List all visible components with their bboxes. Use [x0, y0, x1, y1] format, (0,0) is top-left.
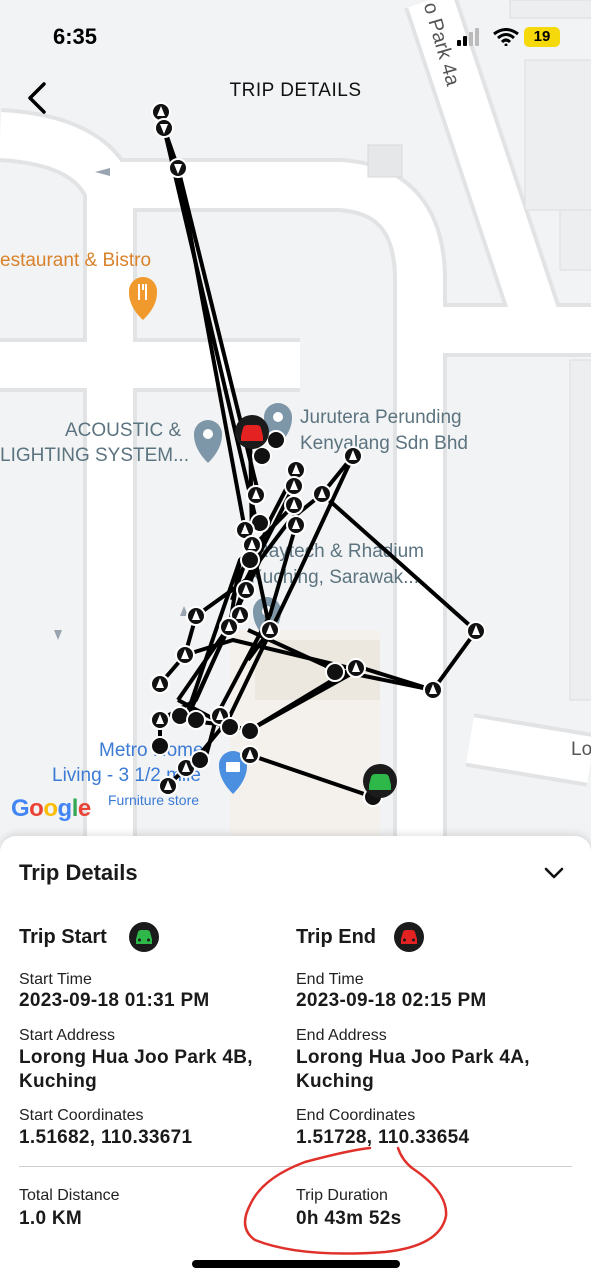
- end-time-value: 2023-09-18 02:15 PM: [296, 990, 487, 1011]
- collapse-button[interactable]: [540, 862, 568, 884]
- trip-details-sheet: Trip Details Trip Start Start Time 2023-…: [0, 836, 591, 1280]
- sheet-title: Trip Details: [19, 860, 138, 885]
- battery-indicator: 19: [524, 27, 560, 47]
- end-address-line1: Lorong Hua Joo Park 4A,: [296, 1047, 530, 1068]
- home-indicator[interactable]: [192, 1260, 400, 1268]
- total-distance-label: Total Distance: [19, 1187, 120, 1204]
- start-coords-value: 1.51682, 110.33671: [19, 1127, 193, 1148]
- end-address-line2: Kuching: [296, 1071, 375, 1092]
- total-distance-value: 1.0 KM: [19, 1208, 83, 1229]
- end-coords-label: End Coordinates: [296, 1107, 416, 1124]
- trip-end-heading: Trip End: [296, 926, 376, 948]
- cellular-signal-icon: [457, 28, 479, 46]
- google-logo: Google: [11, 795, 91, 822]
- status-bar: 6:35 19: [0, 0, 591, 70]
- pin-icon: [194, 420, 222, 463]
- start-car-marker: [363, 764, 397, 798]
- trip-map[interactable]: o Park 4a Lo estaurant & Bistro ACOUSTIC…: [0, 0, 591, 860]
- route-overlay: [128, 102, 486, 807]
- end-address-label: End Address: [296, 1027, 387, 1044]
- start-coords-label: Start Coordinates: [19, 1107, 144, 1124]
- trip-start-heading: Trip Start: [19, 926, 107, 948]
- end-coords-value: 1.51728, 110.33654: [296, 1127, 470, 1148]
- end-car-marker: [235, 415, 269, 449]
- car-icon: [394, 922, 424, 952]
- trip-duration-value: 0h 43m 52s: [296, 1208, 402, 1229]
- wifi-icon: [493, 28, 519, 46]
- start-address-line1: Lorong Hua Joo Park 4B,: [19, 1047, 253, 1068]
- status-time: 6:35: [53, 24, 98, 49]
- start-address-line2: Kuching: [19, 1071, 98, 1092]
- trip-duration-label: Trip Duration: [296, 1187, 388, 1204]
- section-divider: [19, 1166, 572, 1167]
- start-address-label: Start Address: [19, 1027, 116, 1044]
- start-time-label: Start Time: [19, 971, 92, 988]
- chevron-down-icon: [544, 867, 564, 879]
- start-time-value: 2023-09-18 01:31 PM: [19, 990, 210, 1011]
- page-title: TRIP DETAILS: [229, 80, 362, 101]
- car-icon: [129, 922, 159, 952]
- fork-knife-icon: [128, 277, 158, 320]
- end-time-label: End Time: [296, 971, 364, 988]
